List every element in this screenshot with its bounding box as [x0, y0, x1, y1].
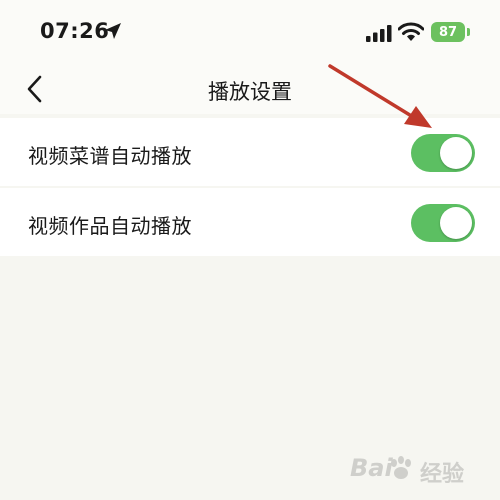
watermark-subtext: 经验	[420, 462, 465, 487]
nav-bar: 播放设置	[0, 64, 500, 114]
battery-cap	[467, 28, 470, 36]
setting-row-video-recipe-autoplay[interactable]: 视频菜谱自动播放	[0, 118, 500, 186]
setting-row-video-works-autoplay[interactable]: 视频作品自动播放	[0, 188, 500, 256]
watermark-text: Bai	[350, 454, 393, 482]
status-time: 07:26	[40, 19, 110, 43]
settings-list: 视频菜谱自动播放 视频作品自动播放	[0, 118, 500, 256]
autoplay-works-toggle[interactable]	[411, 204, 475, 242]
setting-label: 视频菜谱自动播放	[28, 144, 192, 168]
toggle-knob	[440, 137, 472, 169]
status-bar: 07:26 87	[0, 0, 500, 64]
watermark: Bai 经验	[350, 452, 485, 488]
setting-label: 视频作品自动播放	[28, 214, 192, 238]
wifi-icon	[398, 22, 424, 41]
autoplay-recipe-toggle[interactable]	[411, 134, 475, 172]
battery-level: 87	[438, 24, 458, 40]
signal-icon	[366, 25, 392, 42]
battery-icon: 87	[431, 22, 465, 42]
location-arrow-icon	[105, 23, 121, 39]
paw-logo-icon	[391, 456, 411, 479]
page-title: 播放设置	[208, 80, 292, 104]
toggle-knob	[440, 207, 472, 239]
